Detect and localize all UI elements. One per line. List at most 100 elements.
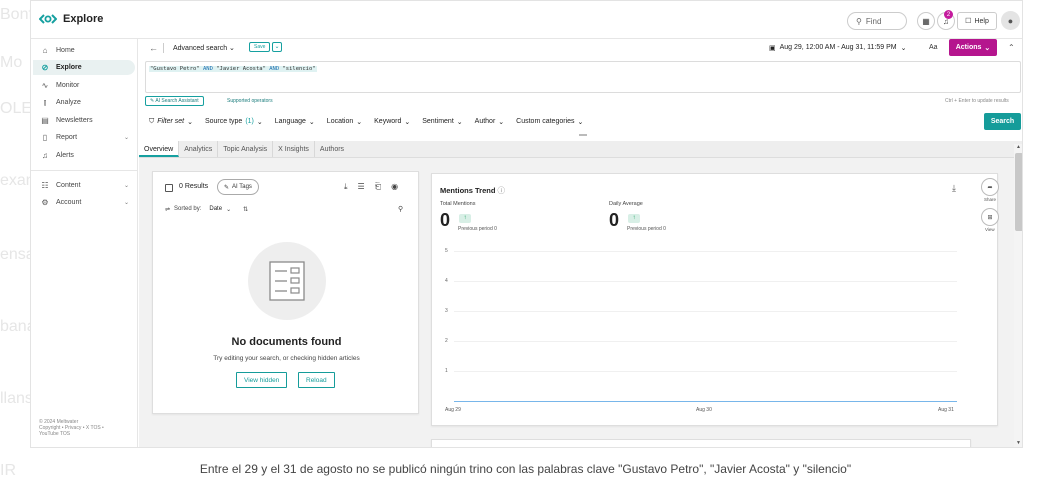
top-bar: Explore ⚲ Find ▦ ♫ 2 ☐ Help ● [31, 1, 1022, 39]
tab-bar: Overview Analytics Topic Analysis X Insi… [139, 141, 1022, 158]
actions-button[interactable]: Actions ⌄ [949, 39, 997, 56]
list-view-icon[interactable]: ☰ [358, 182, 365, 192]
tab-analytics[interactable]: Analytics [179, 141, 219, 157]
download-icon[interactable]: ⤓ [952, 183, 956, 194]
sidebar-item-label: Home [56, 47, 75, 54]
arrow-up-icon: ↑ [628, 214, 640, 223]
filter-label: Language [274, 118, 306, 125]
tab-x-insights[interactable]: X Insights [273, 141, 315, 157]
location-dropdown[interactable]: Location ⌄ [327, 118, 362, 126]
reload-button[interactable]: Reload [298, 372, 335, 388]
resize-handle[interactable] [579, 134, 587, 136]
notification-count-badge: 2 [944, 10, 953, 19]
date-range-label: Aug 29, 12:00 AM - Aug 31, 11:59 PM [779, 44, 897, 51]
sidebar-item-home[interactable]: ⌂ Home [33, 43, 135, 58]
help-label: Help [974, 17, 989, 25]
sort-direction-icon[interactable]: ⇅ [243, 206, 248, 213]
find-label: Find [865, 16, 882, 26]
chevron-down-icon: ⌄ [123, 200, 129, 206]
eye-icon[interactable]: ◉ [391, 182, 398, 192]
collapse-icon[interactable]: ⌃ [1008, 43, 1015, 52]
app-window: Explore ⚲ Find ▦ ♫ 2 ☐ Help ● ⌂ Home ⊘ E… [30, 0, 1023, 448]
search-button[interactable]: Search [984, 113, 1021, 130]
filter-label: Source type [204, 118, 243, 125]
sidebar-item-alerts[interactable]: ♫ Alerts [33, 148, 135, 163]
save-dropdown-button[interactable]: ⌄ [272, 42, 282, 52]
back-arrow-icon[interactable]: ← [149, 43, 158, 53]
help-button[interactable]: ☐ Help [957, 12, 997, 30]
scroll-down-icon[interactable]: ▼ [1016, 440, 1021, 446]
results-card: 0 Results ✎ AI Tags ⤓ ☰ ⎗ ◉ ⇌ Sorted by: … [152, 171, 419, 414]
ai-tags-button[interactable]: ✎ AI Tags [217, 179, 259, 195]
chevron-down-icon: ⌄ [226, 207, 232, 213]
boolean-query-input[interactable]: "Gustavo Petro" AND "Javier Acosta" AND … [145, 61, 1021, 93]
content-icon: ☷ [41, 181, 49, 190]
sidebar: ⌂ Home ⊘ Explore ∿ Monitor ⫾ Analyze ▤ N… [31, 39, 138, 447]
save-button[interactable]: Save [249, 42, 271, 52]
date-range-picker[interactable]: ▣ Aug 29, 12:00 AM - Aug 31, 11:59 PM ⌄ [769, 44, 907, 52]
author-dropdown[interactable]: Author ⌄ [475, 118, 505, 126]
view-button[interactable]: ⊞ [981, 208, 999, 226]
stat-label: Daily Average [609, 201, 643, 207]
find-button[interactable]: ⚲ Find [847, 12, 907, 30]
language-dropdown[interactable]: Language ⌄ [275, 118, 315, 126]
search-icon[interactable]: ⚲ [398, 205, 403, 213]
apps-grid-button[interactable]: ▦ [917, 12, 935, 30]
sidebar-item-content[interactable]: ☷ Content ⌄ [33, 178, 135, 193]
keyword-dropdown[interactable]: Keyword ⌄ [374, 118, 410, 126]
scrollbar-thumb[interactable] [1015, 153, 1022, 231]
scroll-up-icon[interactable]: ▲ [1016, 144, 1021, 150]
sidebar-item-report[interactable]: ▯ Report ⌄ [33, 130, 135, 145]
supported-operators-link[interactable]: Supported operators [227, 98, 273, 104]
chevron-down-icon: ⌄ [900, 45, 907, 52]
sidebar-item-newsletters[interactable]: ▤ Newsletters [33, 113, 135, 128]
arrow-up-icon: ↑ [459, 214, 471, 223]
tab-overview[interactable]: Overview [139, 141, 180, 157]
actions-label: Actions [955, 44, 982, 51]
sidebar-item-analyze[interactable]: ⫾ Analyze [33, 95, 135, 110]
delete-icon[interactable]: ⎗ [375, 182, 381, 192]
info-icon[interactable]: ⓘ [498, 186, 506, 195]
filter-label: Location [326, 118, 354, 125]
scrollbar[interactable]: ▲ ▼ [1014, 144, 1022, 447]
tab-topic-analysis[interactable]: Topic Analysis [218, 141, 274, 157]
view-icon: ⊞ [987, 214, 993, 221]
sidebar-item-label: Explore [56, 64, 82, 71]
y-tick-label: 4 [445, 278, 448, 284]
filter-label: Filter set [157, 118, 185, 125]
user-avatar[interactable]: ● [1001, 11, 1020, 30]
sidebar-item-label: Report [56, 134, 78, 141]
empty-state-subtitle: Try editing your search, or checking hid… [213, 355, 360, 362]
grid-line [454, 371, 957, 372]
stat-value: 0 [609, 210, 620, 230]
ai-search-assistant-button[interactable]: ✎ AI Search Assistant [145, 96, 204, 106]
sentiment-dropdown[interactable]: Sentiment ⌄ [422, 118, 462, 126]
sort-control[interactable]: ⇌ Sorted by: Date ⌄ ⇅ [165, 206, 248, 213]
download-icon[interactable]: ⤓ [344, 182, 348, 192]
chevron-down-icon: ⌄ [123, 183, 129, 189]
daily-average-stat: Daily Average 0 ↑ Previous period 0 [609, 201, 666, 232]
grid-line [454, 281, 957, 282]
gear-icon: ⚙ [41, 198, 49, 207]
filter-set-dropdown[interactable]: ⛉ Filter set ⌄ [149, 118, 193, 126]
sidebar-item-monitor[interactable]: ∿ Monitor [33, 78, 135, 93]
legal-links[interactable]: YouTube TOS [39, 431, 129, 437]
stat-label: Total Mentions [440, 201, 476, 207]
text-size-button[interactable]: Aa [929, 44, 938, 51]
share-button[interactable]: ➦ [981, 178, 999, 196]
x-tick-label: Aug 30 [696, 407, 712, 413]
app-logo[interactable]: Explore [39, 13, 103, 25]
view-label: View [985, 227, 995, 232]
mentions-trend-title: Mentions Trend ⓘ [440, 185, 505, 196]
source-type-dropdown[interactable]: Source type (1) ⌄ [205, 118, 263, 126]
view-hidden-button[interactable]: View hidden [236, 372, 288, 388]
custom-categories-dropdown[interactable]: Custom categories ⌄ [516, 118, 583, 126]
sidebar-item-explore[interactable]: ⊘ Explore [33, 60, 135, 75]
search-mode-dropdown[interactable]: Advanced search ⌄ [173, 44, 235, 52]
stat-value: 0 [440, 210, 451, 230]
help-icon: ☐ [965, 18, 972, 25]
sidebar-item-account[interactable]: ⚙ Account ⌄ [33, 195, 135, 210]
tab-authors[interactable]: Authors [315, 141, 349, 157]
select-all-checkbox[interactable] [165, 184, 173, 192]
bell-icon: ♫ [42, 151, 48, 160]
